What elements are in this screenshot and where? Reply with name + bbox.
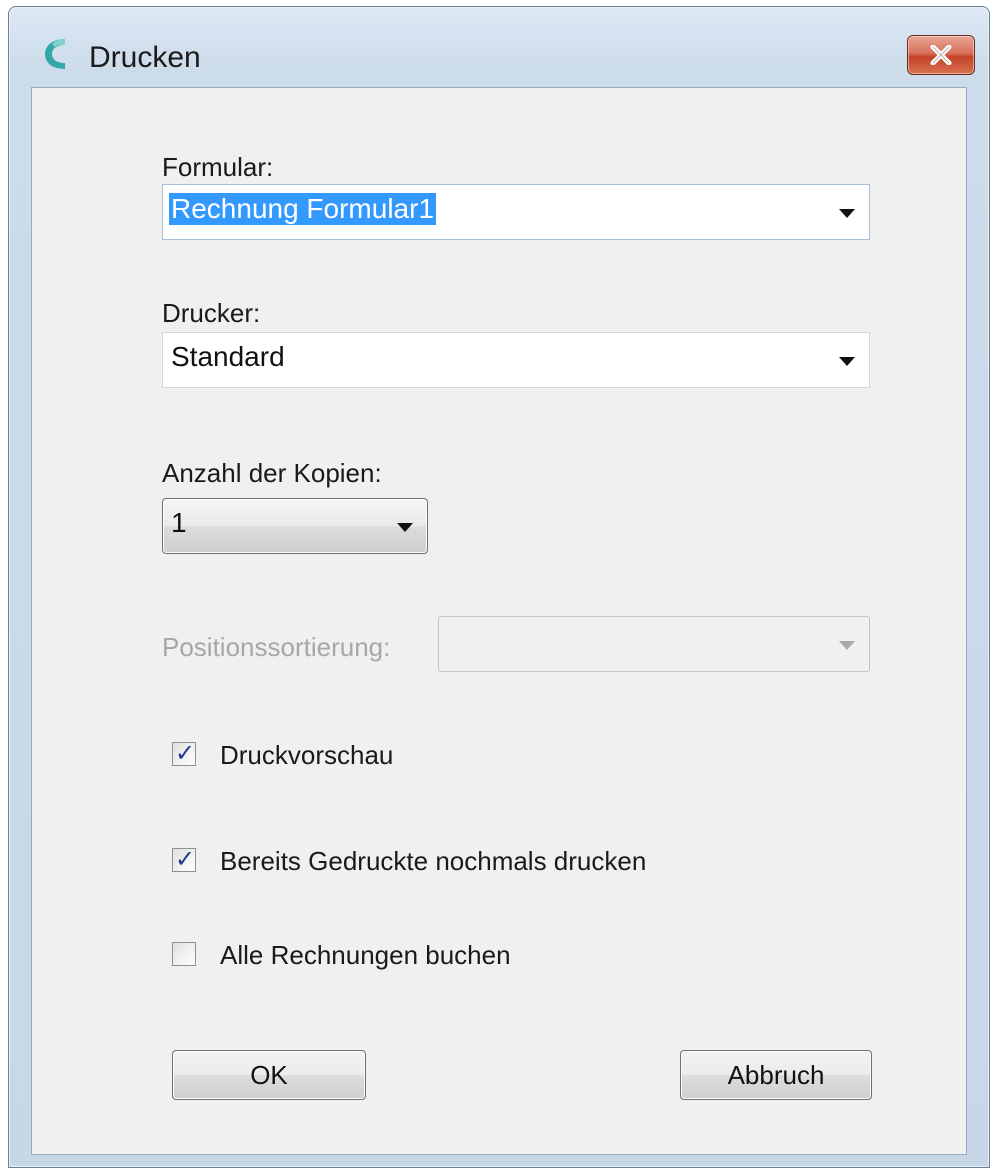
kopien-label: Anzahl der Kopien: xyxy=(162,458,382,488)
window-title: Drucken xyxy=(89,41,201,74)
app-logo-icon xyxy=(45,39,65,69)
checkmark-icon: ✓ xyxy=(175,740,196,767)
ok-button[interactable]: OK xyxy=(172,1050,366,1100)
rechnungen-buchen-checkbox[interactable] xyxy=(172,942,196,966)
cancel-button[interactable]: Abbruch xyxy=(680,1050,872,1100)
positionssortierung-label: Positionssortierung: xyxy=(162,632,391,662)
checkmark-icon: ✓ xyxy=(175,846,196,873)
close-icon xyxy=(930,45,952,65)
formular-label: Formular: xyxy=(162,152,274,182)
chevron-down-icon xyxy=(397,523,413,532)
chevron-down-icon xyxy=(839,641,855,650)
drucker-label: Drucker: xyxy=(162,298,261,328)
nochmals-drucken-label[interactable]: Bereits Gedruckte nochmals drucken xyxy=(220,846,646,877)
close-button[interactable] xyxy=(907,35,975,75)
nochmals-drucken-checkbox[interactable]: ✓ xyxy=(172,846,196,873)
kopien-value: 1 xyxy=(171,507,187,538)
druckvorschau-checkbox[interactable]: ✓ xyxy=(172,740,196,767)
formular-value[interactable]: Rechnung Formular1 xyxy=(169,193,437,225)
dialog-body: Formular: Rechnung Formular1 Drucker: St… xyxy=(31,87,967,1155)
print-dialog-window: Drucken Formular: Rechnung Formular1 Dru… xyxy=(8,6,990,1168)
drucker-combobox[interactable]: Standard xyxy=(162,332,870,388)
chevron-down-icon[interactable] xyxy=(839,357,855,366)
title-bar[interactable]: Drucken xyxy=(9,7,989,87)
formular-combobox[interactable]: Rechnung Formular1 xyxy=(162,184,870,240)
druckvorschau-label[interactable]: Druckvorschau xyxy=(220,740,393,771)
positionssortierung-combobox xyxy=(438,616,870,672)
kopien-dropdown[interactable]: 1 xyxy=(162,498,428,554)
chevron-down-icon[interactable] xyxy=(839,209,855,218)
rechnungen-buchen-label[interactable]: Alle Rechnungen buchen xyxy=(220,940,511,971)
drucker-value[interactable]: Standard xyxy=(171,341,285,373)
